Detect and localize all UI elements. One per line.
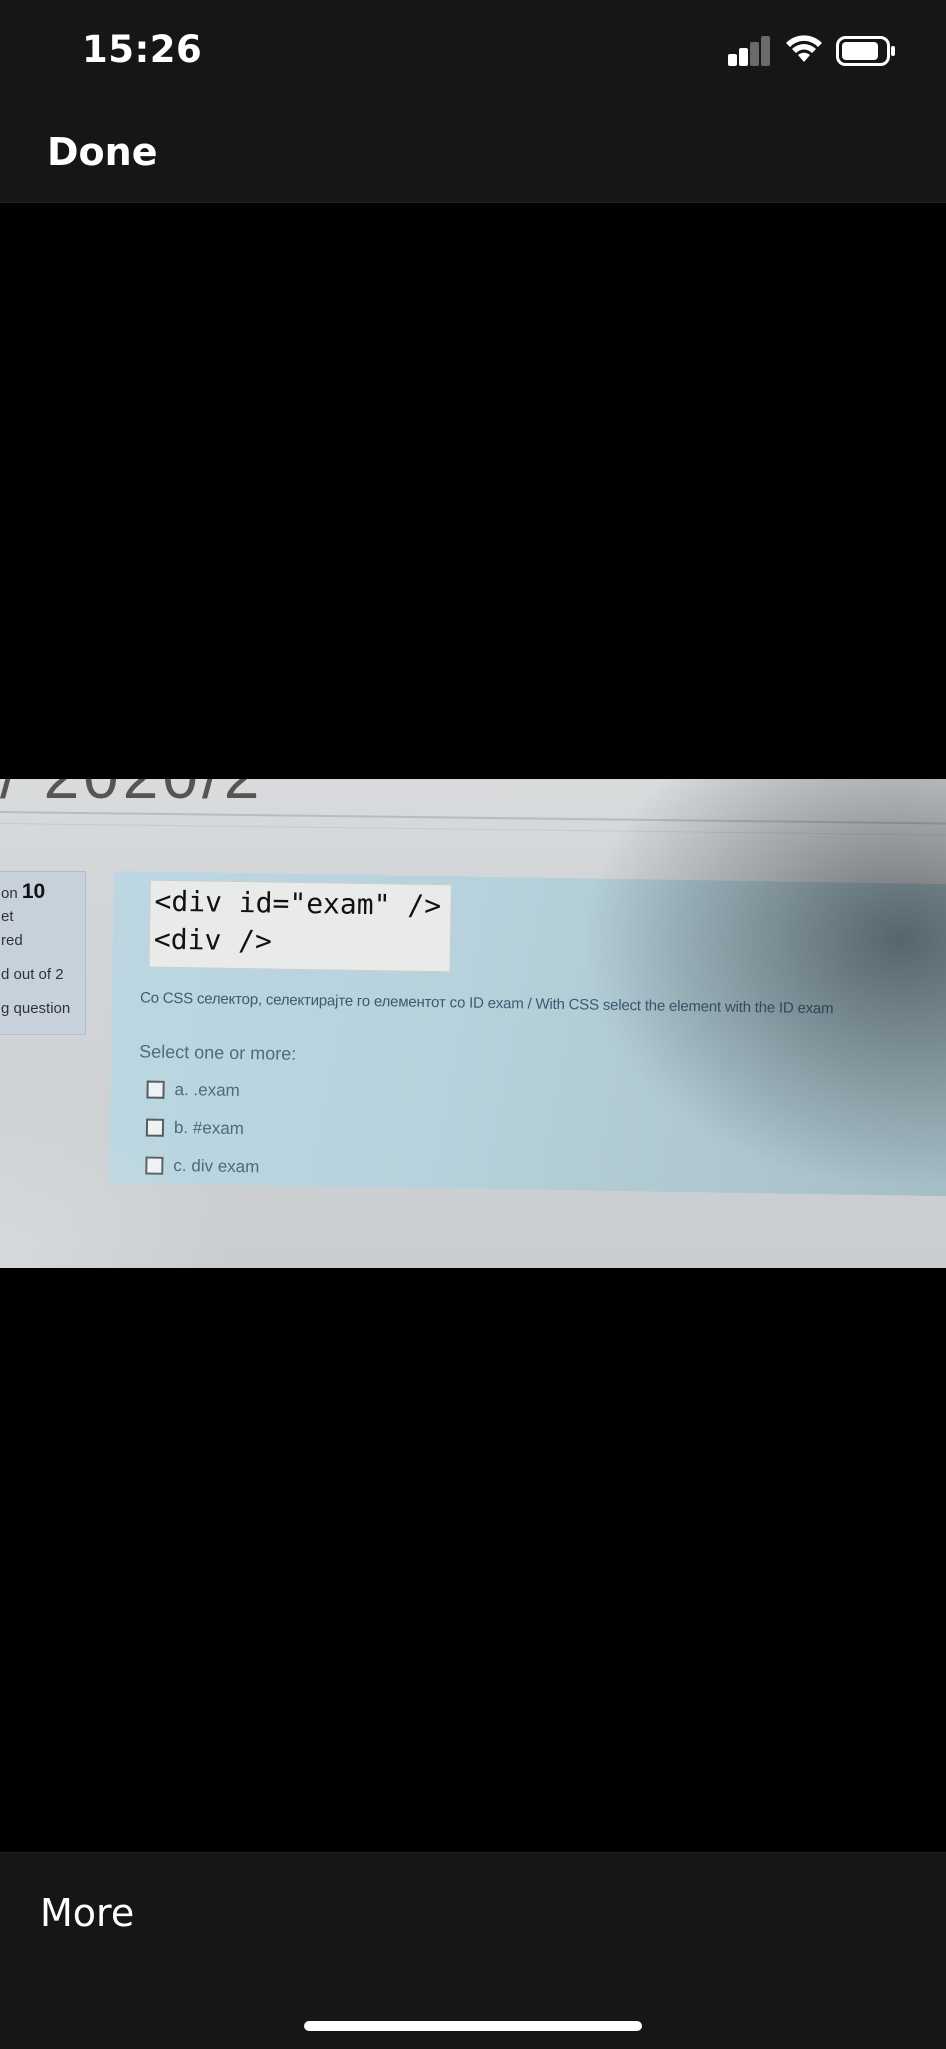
battery-icon — [836, 36, 895, 66]
option-label: b. #exam — [173, 1117, 245, 1139]
select-instruction: Select one or more: — [139, 1041, 297, 1064]
heading-fragment: / 2020/2 — [0, 779, 263, 813]
info-line: et — [1, 908, 14, 925]
question-info-panel: on 10 et red d out of 2 g question — [0, 871, 86, 1035]
more-button[interactable]: More — [40, 1891, 134, 1935]
code-block: <div id="exam" /> <div /> — [148, 879, 452, 973]
divider — [0, 823, 946, 836]
wifi-icon — [786, 35, 822, 62]
flag-question-link[interactable]: g question — [1, 1000, 70, 1017]
done-button[interactable]: Done — [47, 130, 157, 174]
option-c[interactable]: c. div exam — [145, 1154, 260, 1180]
option-a[interactable]: a. .exam — [146, 1078, 240, 1103]
option-b[interactable]: b. #exam — [145, 1116, 245, 1142]
home-indicator[interactable] — [304, 2021, 642, 2031]
question-text: Со CSS селектор, селектирајте го елемент… — [139, 989, 834, 1018]
code-line: <div /> — [153, 922, 273, 958]
question-box: <div id="exam" /> <div /> Со CSS селекто… — [109, 871, 946, 1197]
checkbox[interactable] — [145, 1118, 165, 1137]
option-label: a. .exam — [174, 1079, 240, 1101]
code-line: <div id="exam" /> — [154, 884, 442, 923]
status-time: 15:26 — [82, 28, 203, 71]
bottom-toolbar: More — [0, 1852, 946, 2049]
photo-image: / 2020/2 on 10 et red d out of 2 g quest… — [0, 779, 946, 1268]
question-prefix: on — [1, 885, 18, 902]
question-number-line: on 10 — [1, 880, 45, 904]
status-bar: 15:26 — [0, 0, 946, 100]
question-number: 10 — [21, 880, 46, 903]
cellular-signal-icon — [728, 36, 772, 66]
divider — [0, 811, 946, 825]
info-line: red — [1, 932, 23, 949]
marks-text: d out of 2 — [1, 966, 64, 983]
checkbox[interactable] — [145, 1156, 164, 1175]
checkbox[interactable] — [146, 1080, 165, 1099]
navigation-bar: Done — [0, 100, 946, 203]
option-label: c. div exam — [173, 1155, 260, 1177]
